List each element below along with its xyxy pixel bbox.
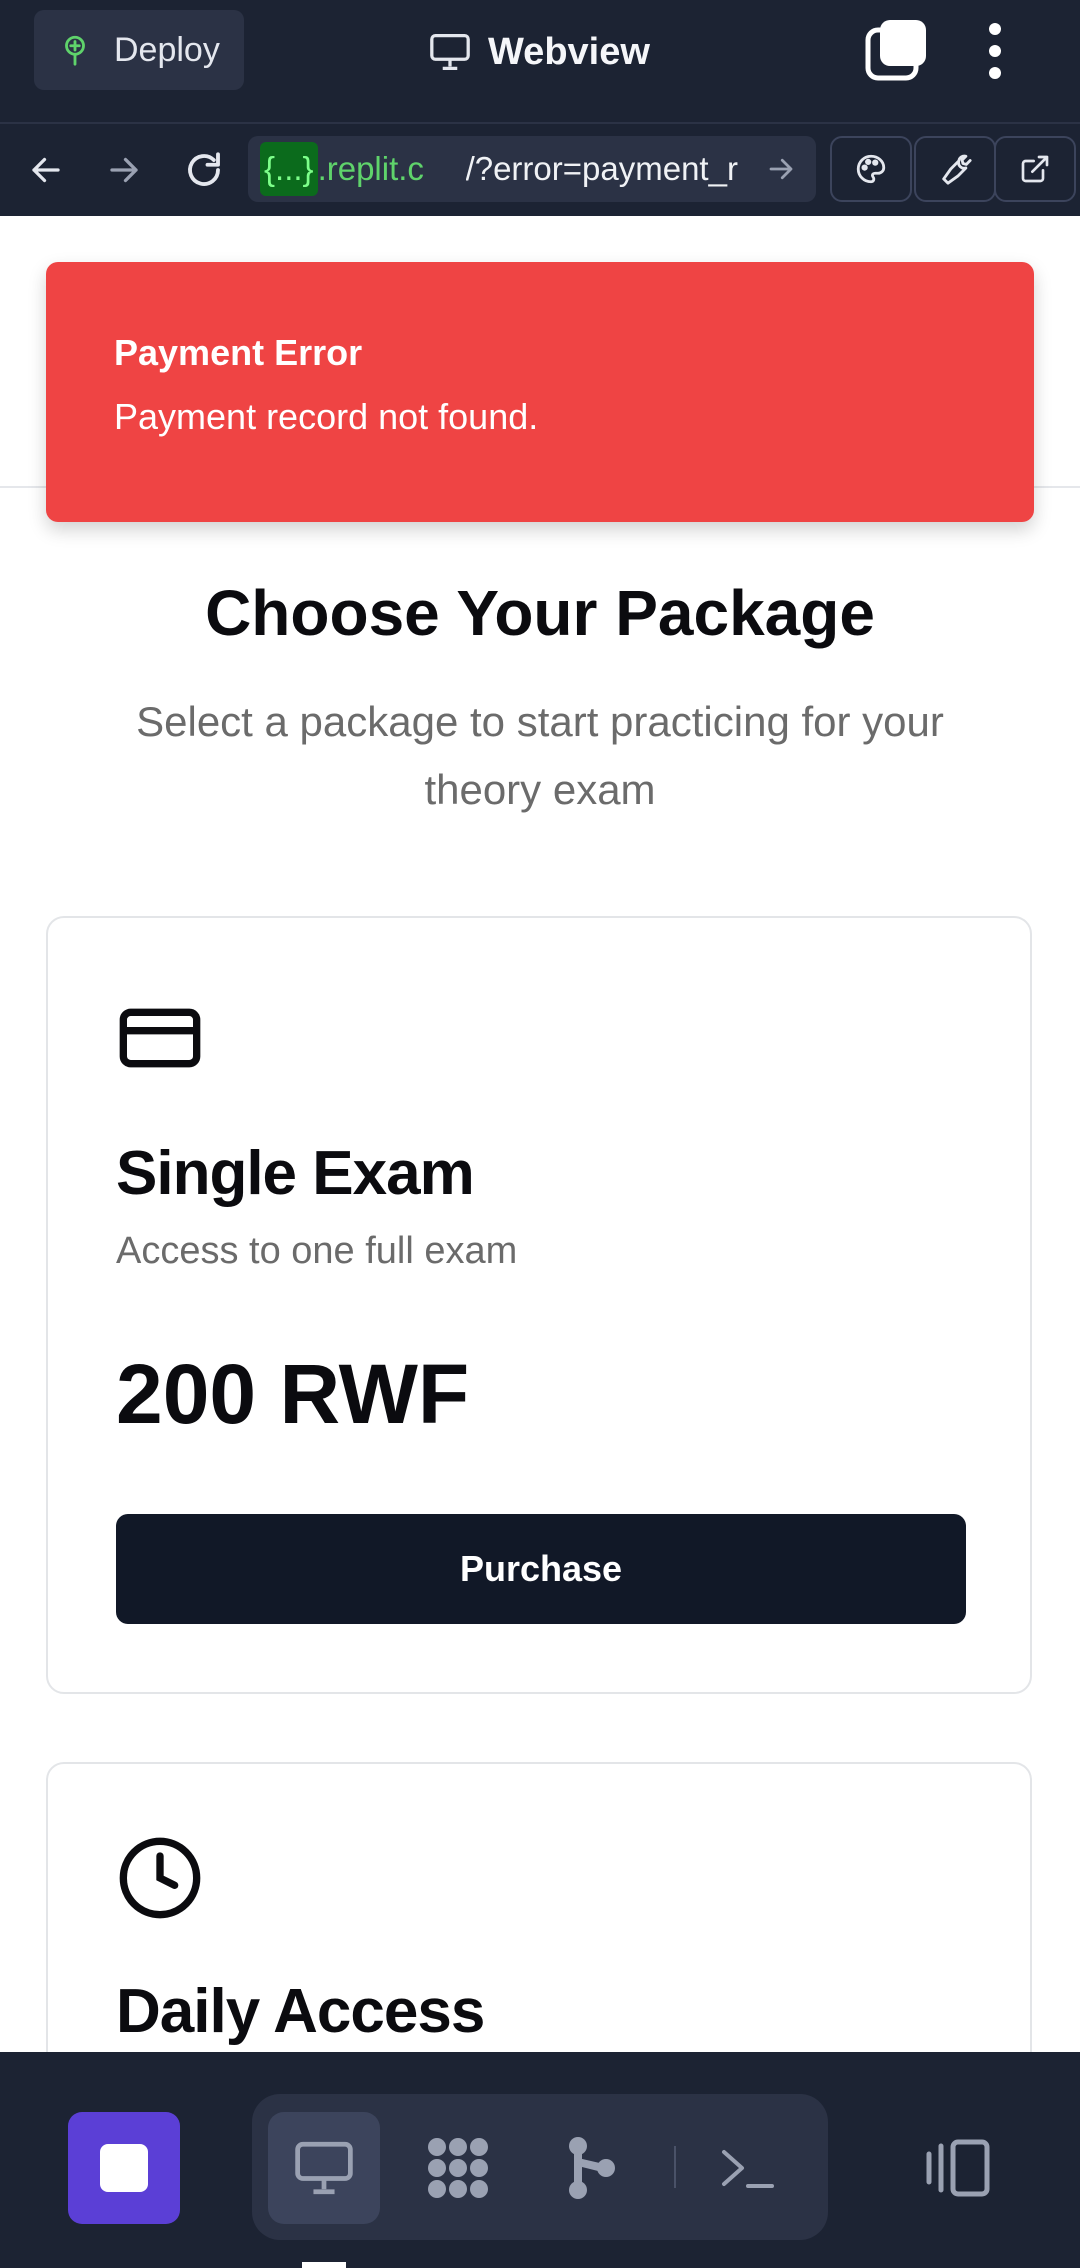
package-card-daily-access: Daily Access — [46, 1762, 1032, 2052]
git-pane-button[interactable] — [536, 2112, 648, 2224]
clock-icon — [116, 1834, 204, 1922]
arrow-right-icon — [769, 158, 793, 180]
alert-message: Payment record not found. — [114, 396, 539, 437]
webview-title-label: Webview — [488, 30, 650, 73]
package-title: Single Exam — [116, 1139, 475, 1208]
more-vertical-icon — [989, 23, 1001, 79]
go-button[interactable] — [760, 148, 802, 190]
url-bar[interactable]: {...} .replit.c /?error=payment_r — [248, 136, 816, 202]
tabs-button[interactable] — [864, 16, 930, 82]
more-options-button[interactable] — [970, 14, 1020, 88]
stop-button[interactable] — [68, 2112, 180, 2224]
url-path: /?error=payment_r — [465, 150, 738, 187]
package-title: Daily Access — [116, 1977, 485, 2046]
apps-pane-button[interactable] — [402, 2112, 514, 2224]
apps-icon — [428, 2138, 488, 2198]
package-description: Access to one full exam — [116, 1230, 518, 1272]
browser-nav-bar: {...} .replit.c /?error=payment_r — [0, 122, 1080, 218]
payment-error-alert: Payment Error Payment record not found. — [46, 262, 1034, 522]
package-price: 200 RWF — [116, 1347, 470, 1441]
bottom-toolbar — [0, 2052, 1080, 2268]
webview-pane-button[interactable] — [268, 2112, 380, 2224]
devices-icon — [926, 2139, 990, 2197]
reload-button[interactable] — [178, 144, 230, 196]
external-link-icon — [1021, 155, 1049, 183]
pane-switcher — [252, 2094, 828, 2240]
reload-icon — [188, 152, 220, 186]
credit-card-icon — [116, 994, 204, 1082]
back-arrow-icon — [32, 157, 60, 183]
theme-button[interactable] — [830, 136, 912, 202]
palette-icon — [856, 154, 886, 184]
alert-title: Payment Error — [114, 332, 363, 373]
monitor-icon — [428, 32, 472, 72]
devices-button[interactable] — [918, 2112, 998, 2224]
shell-pane-button[interactable] — [692, 2112, 804, 2224]
top-bar: Deploy Webview — [0, 0, 1080, 122]
deploy-icon — [58, 33, 92, 67]
forward-button[interactable] — [98, 144, 150, 196]
stop-icon — [100, 2144, 148, 2192]
terminal-icon — [722, 2150, 774, 2188]
devtools-button[interactable] — [914, 136, 996, 202]
back-button[interactable] — [20, 144, 72, 196]
purchase-button[interactable]: Purchase — [116, 1514, 966, 1624]
forward-arrow-icon — [110, 157, 138, 183]
git-branch-icon — [569, 2137, 615, 2199]
webview-tab-title[interactable]: Webview — [428, 22, 650, 82]
wrench-icon — [942, 154, 972, 185]
package-card-single-exam: Single Exam Access to one full exam 200 … — [46, 916, 1032, 1694]
open-external-button[interactable] — [994, 136, 1076, 202]
monitor-icon — [295, 2141, 353, 2195]
deploy-button[interactable]: Deploy — [34, 10, 244, 90]
home-indicator — [302, 2262, 346, 2268]
page-subtitle: Select a package to start practicing for… — [136, 698, 944, 813]
url-dev-tag: {...} — [260, 142, 318, 196]
webview-page: Payment Error Payment record not found. … — [0, 216, 1080, 2052]
url-host: .replit.c — [317, 150, 424, 187]
deploy-label: Deploy — [114, 30, 220, 69]
page-title: Choose Your Package — [205, 577, 875, 649]
toolbar-separator — [674, 2146, 676, 2188]
tabs-icon — [865, 20, 926, 81]
